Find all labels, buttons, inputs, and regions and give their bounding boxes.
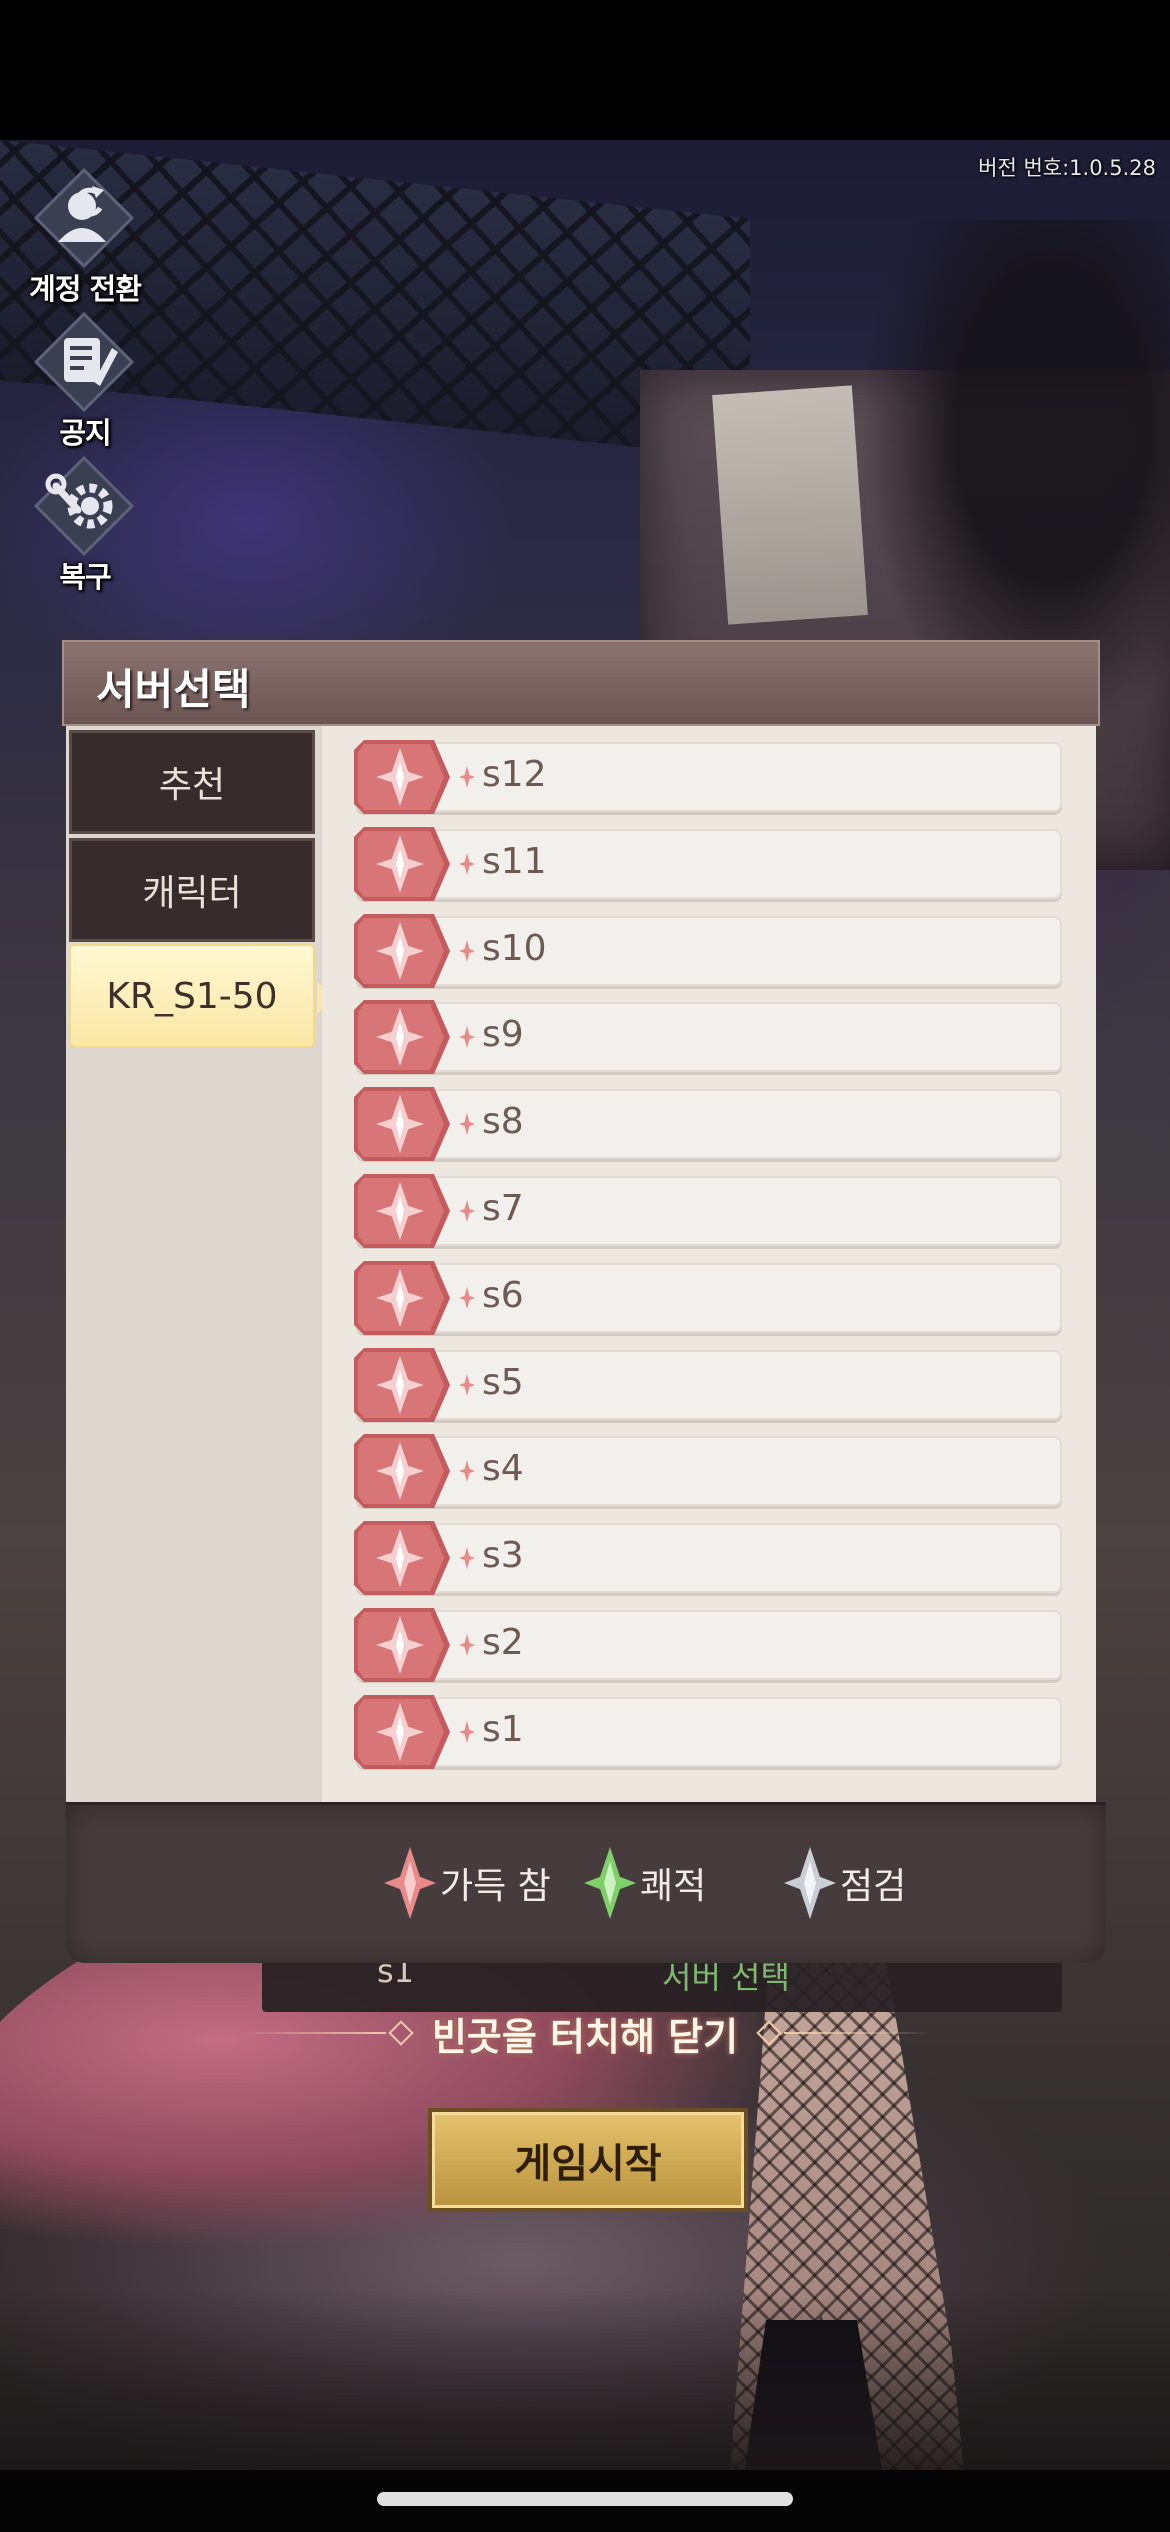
- server-status-badge-icon: [354, 913, 450, 988]
- server-name: s4: [482, 1448, 524, 1490]
- sparkle-icon: [459, 1373, 475, 1396]
- sparkle-icon: [459, 1720, 475, 1743]
- legend-full-label: 가득 참: [440, 1866, 551, 1907]
- status-maintenance-icon: [784, 1847, 836, 1919]
- server-name: s6: [482, 1274, 524, 1316]
- server-status-badge-icon: [354, 740, 450, 814]
- notice-icon: [34, 312, 134, 412]
- legend-maintenance: 점검: [782, 1845, 906, 1921]
- notice-label: 공지: [59, 416, 111, 450]
- sparkle-icon: [459, 939, 475, 962]
- tab-recommended[interactable]: 추천: [69, 730, 315, 834]
- legend-full: 가득 참: [382, 1845, 551, 1921]
- notice-button[interactable]: 공지: [10, 312, 160, 452]
- server-status-badge-icon: [354, 826, 450, 901]
- sparkle-icon: [459, 1200, 475, 1222]
- server-name: s12: [482, 754, 547, 795]
- hint-diamond-left-icon: [388, 2020, 414, 2046]
- sparkle-icon: [459, 766, 475, 788]
- sparkle-icon: [459, 1460, 475, 1483]
- scene-poster: [712, 385, 868, 625]
- restore-gear-icon: [34, 456, 134, 556]
- status-legend-footer: 가득 참 쾌적 점검: [66, 1802, 1106, 1963]
- server-name: s5: [482, 1361, 524, 1403]
- modal-header: 서버선택: [62, 640, 1100, 726]
- tap-to-close-hint: 빈곳을 터치해 닫기: [240, 2003, 931, 2063]
- sparkle-icon: [459, 1113, 475, 1136]
- tap-to-close-text: 빈곳을 터치해 닫기: [431, 2014, 739, 2059]
- tab-character[interactable]: 캐릭터: [69, 838, 315, 942]
- switch-account-label: 계정 전환: [29, 272, 142, 306]
- server-name: s11: [482, 840, 547, 882]
- sparkle-icon: [459, 1026, 475, 1049]
- server-row[interactable]: s1: [354, 1694, 1062, 1769]
- status-full-icon: [384, 1847, 436, 1919]
- legend-maintenance-label: 점검: [840, 1866, 907, 1907]
- hint-line-right: [784, 2032, 931, 2034]
- restore-button[interactable]: 복구: [10, 456, 160, 596]
- server-status-badge-icon: [354, 1087, 450, 1162]
- server-status-badge-icon: [354, 1000, 450, 1075]
- server-row[interactable]: s9: [354, 1000, 1062, 1075]
- server-row[interactable]: s6: [354, 1260, 1062, 1335]
- server-row[interactable]: s12: [354, 740, 1062, 814]
- server-name: s8: [482, 1101, 524, 1143]
- modal-title: 서버선택: [96, 665, 251, 714]
- server-row[interactable]: s10: [354, 913, 1062, 988]
- modal-body: 추천 캐릭터 KR_S1-50 s12 s11 s10 s9 s8 s7 s6 s5 s4 s3 s…: [66, 726, 1096, 1802]
- server-name: s7: [482, 1188, 524, 1229]
- hint-line-left: [240, 2032, 386, 2034]
- server-status-badge-icon: [354, 1521, 450, 1596]
- server-name: s10: [482, 927, 547, 969]
- sparkle-icon: [459, 1286, 475, 1309]
- server-status-badge-icon: [354, 1174, 450, 1248]
- server-row[interactable]: s8: [354, 1087, 1062, 1162]
- sparkle-icon: [459, 1547, 475, 1570]
- server-row[interactable]: s3: [354, 1521, 1062, 1596]
- server-status-badge-icon: [354, 1434, 450, 1509]
- home-indicator[interactable]: [377, 2492, 793, 2506]
- server-status-badge-icon: [354, 1347, 450, 1422]
- server-status-badge-icon: [354, 1260, 450, 1335]
- sparkle-icon: [459, 1634, 475, 1656]
- server-row[interactable]: s5: [354, 1347, 1062, 1422]
- tab-kr-s1-50[interactable]: KR_S1-50: [69, 944, 335, 1048]
- game-screen: 버전 번호:1.0.5.28 계정 전환 공지 복구 s1 서버 선택 빈곳을 …: [0, 0, 1170, 2532]
- server-row[interactable]: s2: [354, 1608, 1062, 1682]
- legend-comfortable-label: 쾌적: [640, 1866, 707, 1907]
- game-start-button[interactable]: 게임시작: [428, 2108, 748, 2212]
- server-name: s1: [482, 1708, 524, 1750]
- server-group-tabs: 추천 캐릭터 KR_S1-50: [66, 726, 335, 1802]
- server-list[interactable]: s12 s11 s10 s9 s8 s7 s6 s5 s4 s3 s2 s1: [322, 726, 1096, 1802]
- hint-diamond-right-icon: [756, 2020, 782, 2046]
- server-name: s3: [482, 1535, 524, 1577]
- restore-label: 복구: [59, 560, 111, 594]
- sparkle-icon: [459, 852, 475, 875]
- server-status-badge-icon: [354, 1694, 450, 1769]
- version-label: 버전 번호:1.0.5.28: [978, 156, 1156, 180]
- status-comfortable-icon: [584, 1847, 636, 1919]
- server-status-badge-icon: [354, 1608, 450, 1682]
- server-row[interactable]: s11: [354, 826, 1062, 901]
- server-select-modal: 서버선택 추천 캐릭터 KR_S1-50 s12 s11 s10 s9 s8 s7 s6 s5…: [62, 640, 1106, 1963]
- server-name: s9: [482, 1014, 524, 1056]
- server-row[interactable]: s7: [354, 1174, 1062, 1248]
- switch-account-button[interactable]: 계정 전환: [10, 168, 160, 308]
- server-row[interactable]: s4: [354, 1434, 1062, 1509]
- scene-floor: [0, 2290, 1170, 2470]
- server-name: s2: [482, 1622, 524, 1663]
- switch-account-icon: [34, 168, 134, 268]
- legend-comfortable: 쾌적: [582, 1845, 706, 1921]
